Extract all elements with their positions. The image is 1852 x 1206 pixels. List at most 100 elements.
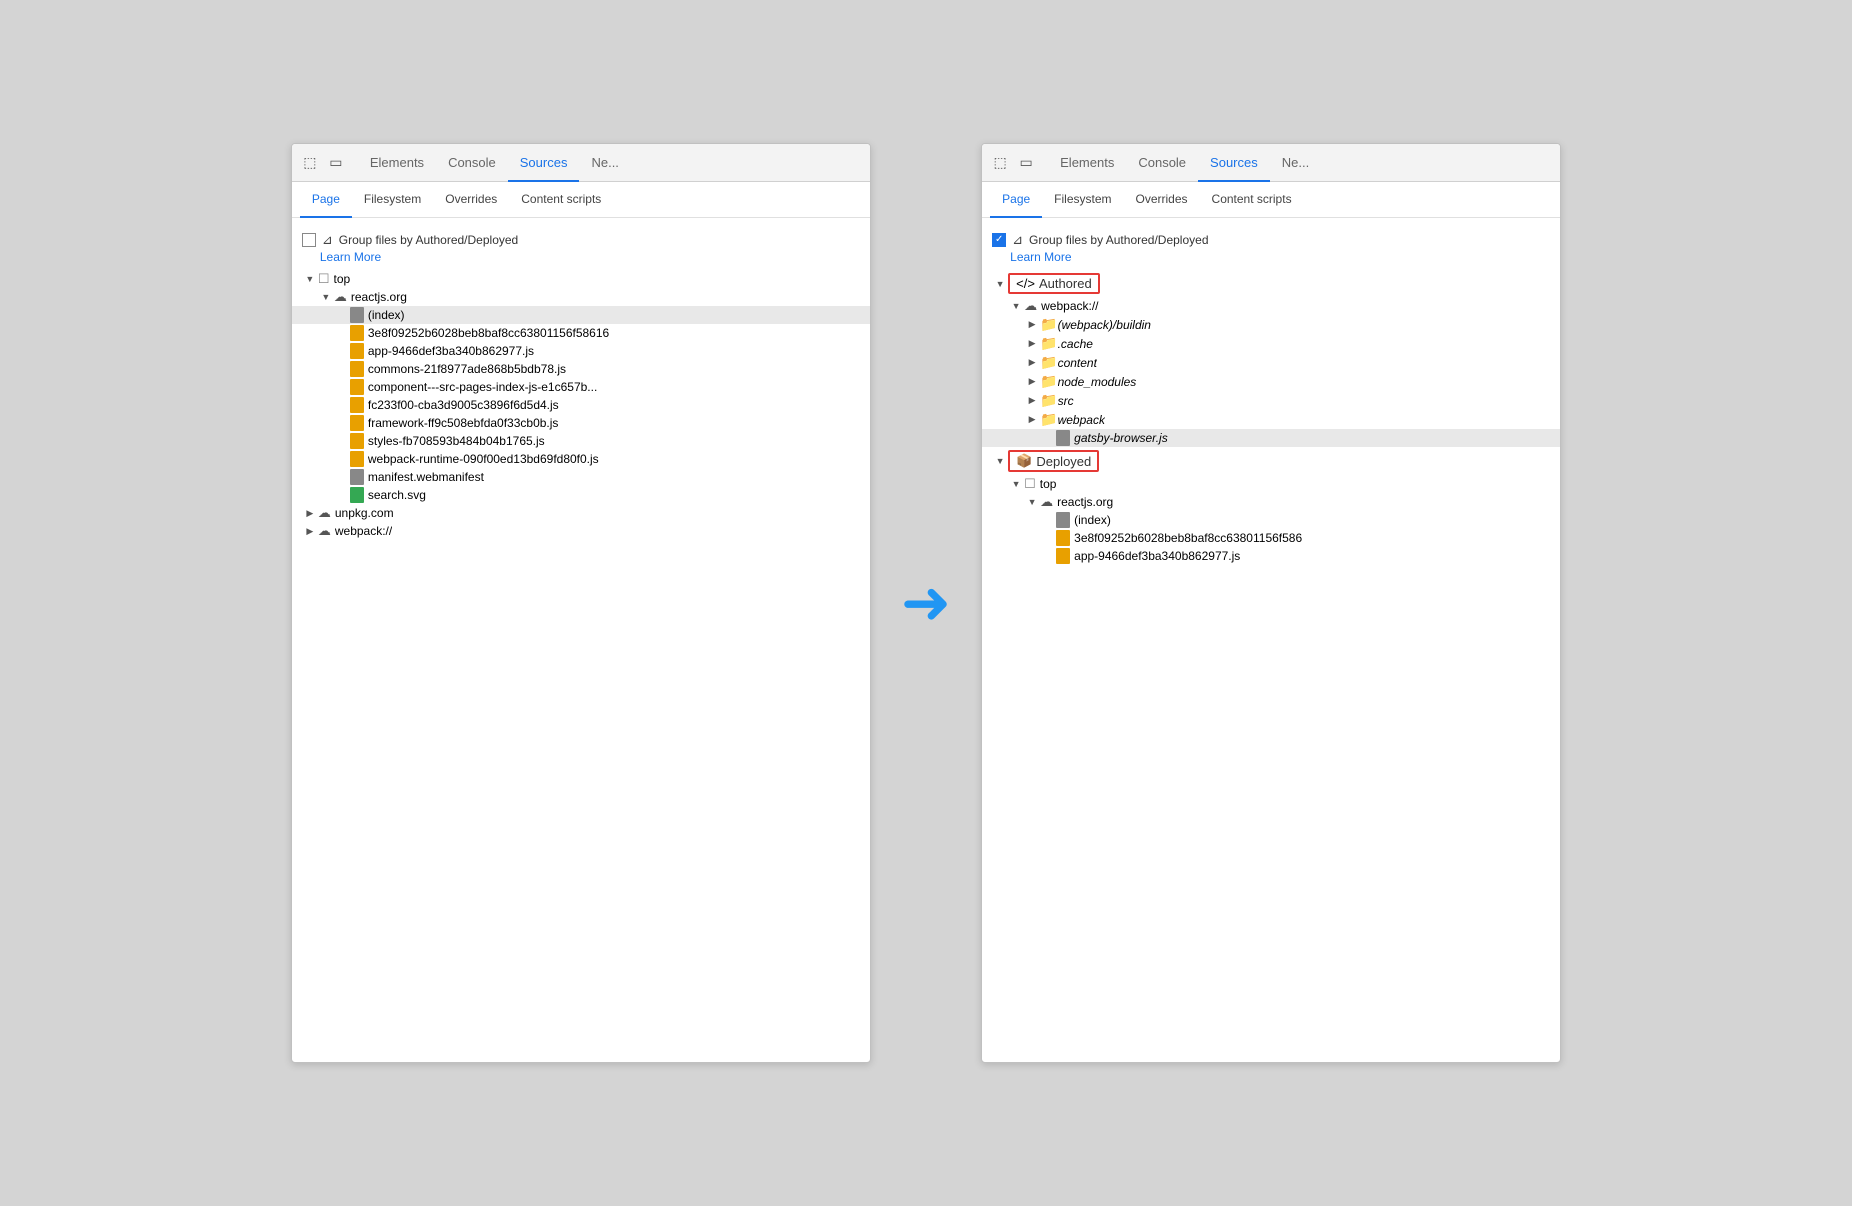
left-tab-console[interactable]: Console bbox=[436, 144, 508, 182]
left-file1-label: 3e8f09252b6028beb8baf8cc63801156f58616 bbox=[368, 326, 609, 340]
right-learn-more-link[interactable]: Learn More bbox=[982, 250, 1560, 270]
right-sub-tab-bar: Page Filesystem Overrides Content script… bbox=[982, 182, 1560, 218]
left-tab-network[interactable]: Ne... bbox=[579, 144, 630, 182]
left-cloud-unpkg: ☁ bbox=[318, 505, 331, 521]
right-subtab-filesystem[interactable]: Filesystem bbox=[1042, 182, 1123, 218]
right-buildin-label: (webpack)/buildin bbox=[1058, 318, 1151, 332]
right-arrow-cache bbox=[1024, 338, 1040, 349]
right-index-label: (index) bbox=[1074, 513, 1111, 527]
right-tree-gatsby[interactable]: gatsby-browser.js bbox=[982, 429, 1560, 447]
left-file8-label: webpack-runtime-090f00ed13bd69fd80f0.js bbox=[368, 452, 599, 466]
right-file-icon-2 bbox=[1056, 548, 1070, 564]
left-arrow-top bbox=[302, 274, 318, 284]
right-tab-console[interactable]: Console bbox=[1126, 144, 1198, 182]
left-tree-index[interactable]: (index) bbox=[292, 306, 870, 324]
left-tree-webpack[interactable]: ☁ webpack:// bbox=[292, 522, 870, 540]
right-group-files-label: Group files by Authored/Deployed bbox=[1029, 233, 1208, 247]
left-tree-top-folder[interactable]: ☐ top bbox=[292, 270, 870, 288]
right-deployed-outline: 📦 Deployed bbox=[1008, 450, 1099, 472]
left-tree-file9[interactable]: manifest.webmanifest bbox=[292, 468, 870, 486]
left-file-icon-2 bbox=[350, 343, 364, 359]
right-folder-cache-icon: 📁 bbox=[1040, 335, 1057, 352]
left-tree-file2[interactable]: app-9466def3ba340b862977.js bbox=[292, 342, 870, 360]
right-subtab-page[interactable]: Page bbox=[990, 182, 1042, 218]
left-tree-file5[interactable]: fc233f00-cba3d9005c3896f6d5d4.js bbox=[292, 396, 870, 414]
right-tab-sources[interactable]: Sources bbox=[1198, 144, 1270, 182]
left-file4-label: component---src-pages-index-js-e1c657b..… bbox=[368, 380, 597, 394]
right-arrow-src bbox=[1024, 395, 1040, 406]
right-content-label: content bbox=[1058, 356, 1097, 370]
right-funnel-icon: ⊿ bbox=[1012, 232, 1023, 248]
right-arrow-webpack-folder bbox=[1024, 414, 1040, 425]
left-cloud-reactjs: ☁ bbox=[334, 289, 347, 305]
right-tree-src[interactable]: 📁 src bbox=[982, 391, 1560, 410]
right-reactjs-label: reactjs.org bbox=[1057, 495, 1113, 509]
left-tab-sources[interactable]: Sources bbox=[508, 144, 580, 182]
left-subtab-filesystem[interactable]: Filesystem bbox=[352, 182, 433, 218]
right-tree-index[interactable]: (index) bbox=[982, 511, 1560, 529]
left-arrow-reactjs bbox=[318, 292, 334, 302]
left-learn-more-link[interactable]: Learn More bbox=[292, 250, 870, 270]
right-cursor-icon[interactable]: ⬚ bbox=[990, 153, 1010, 173]
cursor-icon[interactable]: ⬚ bbox=[300, 153, 320, 173]
left-cloud-webpack: ☁ bbox=[318, 523, 331, 539]
left-subtab-page[interactable]: Page bbox=[300, 182, 352, 218]
right-deployed-icon: 📦 bbox=[1016, 453, 1032, 469]
left-file-icon-8 bbox=[350, 451, 364, 467]
right-mobile-icon[interactable]: ▭ bbox=[1016, 153, 1036, 173]
right-arrow-deployed bbox=[992, 456, 1008, 466]
right-panel-content: ⊿ Group files by Authored/Deployed Learn… bbox=[982, 218, 1560, 1062]
right-folder-content-icon: 📁 bbox=[1040, 354, 1057, 371]
left-tree-file8[interactable]: webpack-runtime-090f00ed13bd69fd80f0.js bbox=[292, 450, 870, 468]
right-tree-content[interactable]: 📁 content bbox=[982, 353, 1560, 372]
right-deployed-section[interactable]: 📦 Deployed bbox=[982, 449, 1560, 473]
left-group-files-row: ⊿ Group files by Authored/Deployed bbox=[292, 226, 870, 250]
right-tree-cache[interactable]: 📁 .cache bbox=[982, 334, 1560, 353]
left-tree-file3[interactable]: commons-21f8977ade868b5bdb78.js bbox=[292, 360, 870, 378]
right-group-checkbox[interactable] bbox=[992, 233, 1006, 247]
left-reactjs-label: reactjs.org bbox=[351, 290, 407, 304]
left-panel-content: ⊿ Group files by Authored/Deployed Learn… bbox=[292, 218, 870, 1062]
right-tree-top[interactable]: ☐ top bbox=[982, 475, 1560, 493]
left-top-icons: ⬚ ▭ bbox=[300, 153, 346, 173]
right-tab-network[interactable]: Ne... bbox=[1270, 144, 1321, 182]
right-authored-section[interactable]: </> Authored bbox=[982, 272, 1560, 295]
left-tree-file1[interactable]: 3e8f09252b6028beb8baf8cc63801156f58616 bbox=[292, 324, 870, 342]
right-folder-buildin-icon: 📁 bbox=[1040, 316, 1057, 333]
right-file-icon-1 bbox=[1056, 530, 1070, 546]
right-tree-node-modules[interactable]: 📁 node_modules bbox=[982, 372, 1560, 391]
left-tree-unpkg[interactable]: ☁ unpkg.com bbox=[292, 504, 870, 522]
left-file-icon-6 bbox=[350, 415, 364, 431]
left-group-checkbox[interactable] bbox=[302, 233, 316, 247]
right-tree-file2[interactable]: app-9466def3ba340b862977.js bbox=[982, 547, 1560, 565]
right-arrow-buildin bbox=[1024, 319, 1040, 330]
mobile-icon[interactable]: ▭ bbox=[326, 153, 346, 173]
right-tree-file1[interactable]: 3e8f09252b6028beb8baf8cc63801156f586 bbox=[982, 529, 1560, 547]
right-subtab-overrides[interactable]: Overrides bbox=[1124, 182, 1200, 218]
left-tree-file6[interactable]: framework-ff9c508ebfda0f33cb0b.js bbox=[292, 414, 870, 432]
right-group-files-row: ⊿ Group files by Authored/Deployed bbox=[982, 226, 1560, 250]
right-cache-label: .cache bbox=[1058, 337, 1093, 351]
right-subtab-content-scripts[interactable]: Content scripts bbox=[1200, 182, 1304, 218]
right-arrow-authored bbox=[992, 279, 1008, 289]
right-tree-webpack-folder[interactable]: 📁 webpack bbox=[982, 410, 1560, 429]
right-arrow-top bbox=[1008, 479, 1024, 489]
left-file-icon-10 bbox=[350, 487, 364, 503]
left-tree-reactjs[interactable]: ☁ reactjs.org bbox=[292, 288, 870, 306]
left-tree-file10[interactable]: search.svg bbox=[292, 486, 870, 504]
left-tab-elements[interactable]: Elements bbox=[358, 144, 436, 182]
right-folder-node-modules-icon: 📁 bbox=[1040, 373, 1057, 390]
left-file9-label: manifest.webmanifest bbox=[368, 470, 484, 484]
left-tree-file4[interactable]: component---src-pages-index-js-e1c657b..… bbox=[292, 378, 870, 396]
left-subtab-overrides[interactable]: Overrides bbox=[433, 182, 509, 218]
right-tab-elements[interactable]: Elements bbox=[1048, 144, 1126, 182]
left-file-icon-3 bbox=[350, 361, 364, 377]
left-subtab-content-scripts[interactable]: Content scripts bbox=[509, 182, 613, 218]
left-tree-file7[interactable]: styles-fb708593b484b04b1765.js bbox=[292, 432, 870, 450]
right-node-modules-label: node_modules bbox=[1058, 375, 1137, 389]
right-tree-webpack[interactable]: ☁ webpack:// bbox=[982, 297, 1560, 315]
right-tree-buildin[interactable]: 📁 (webpack)/buildin bbox=[982, 315, 1560, 334]
left-devtools-panel: ⬚ ▭ Elements Console Sources Ne... Page … bbox=[291, 143, 871, 1063]
right-tree-reactjs[interactable]: ☁ reactjs.org bbox=[982, 493, 1560, 511]
right-src-label: src bbox=[1058, 394, 1074, 408]
